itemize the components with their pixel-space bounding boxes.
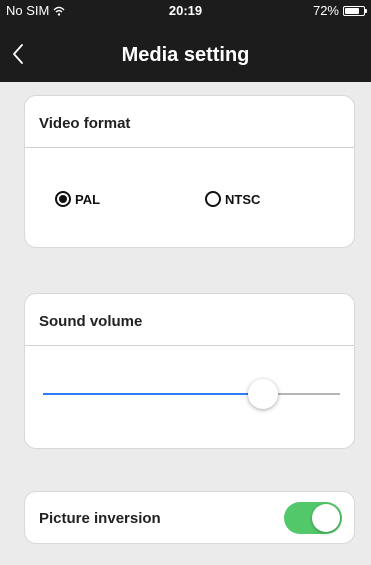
divider xyxy=(25,147,354,148)
picture-inversion-toggle[interactable] xyxy=(284,502,342,534)
battery-icon xyxy=(343,5,367,16)
video-format-title: Video format xyxy=(39,115,131,132)
radio-selected-icon xyxy=(55,191,71,207)
radio-ntsc[interactable]: NTSC xyxy=(205,191,260,207)
video-format-card: Video format PAL NTSC xyxy=(24,95,355,248)
battery-percent: 72% xyxy=(312,3,339,18)
picture-inversion-card: Picture inversion xyxy=(24,491,355,544)
volume-slider[interactable] xyxy=(43,378,340,410)
sound-volume-title: Sound volume xyxy=(39,313,143,330)
page-title: Media setting xyxy=(121,44,250,66)
divider xyxy=(25,345,354,346)
slider-track-fill xyxy=(43,393,263,395)
picture-inversion-label: Picture inversion xyxy=(39,510,161,527)
sound-volume-card: Sound volume xyxy=(24,293,355,449)
slider-thumb[interactable] xyxy=(247,379,278,409)
status-bar: No SIM 20:19 72% xyxy=(0,0,371,20)
toggle-knob xyxy=(312,504,340,532)
radio-pal[interactable]: PAL xyxy=(55,191,100,207)
battery-status: 72% xyxy=(312,3,367,18)
header: No SIM 20:19 72% Media setting xyxy=(0,0,371,82)
navigation-bar: Media setting xyxy=(0,34,371,74)
radio-unselected-icon xyxy=(205,191,221,207)
radio-ntsc-label: NTSC xyxy=(225,191,261,207)
radio-pal-label: PAL xyxy=(75,191,101,207)
